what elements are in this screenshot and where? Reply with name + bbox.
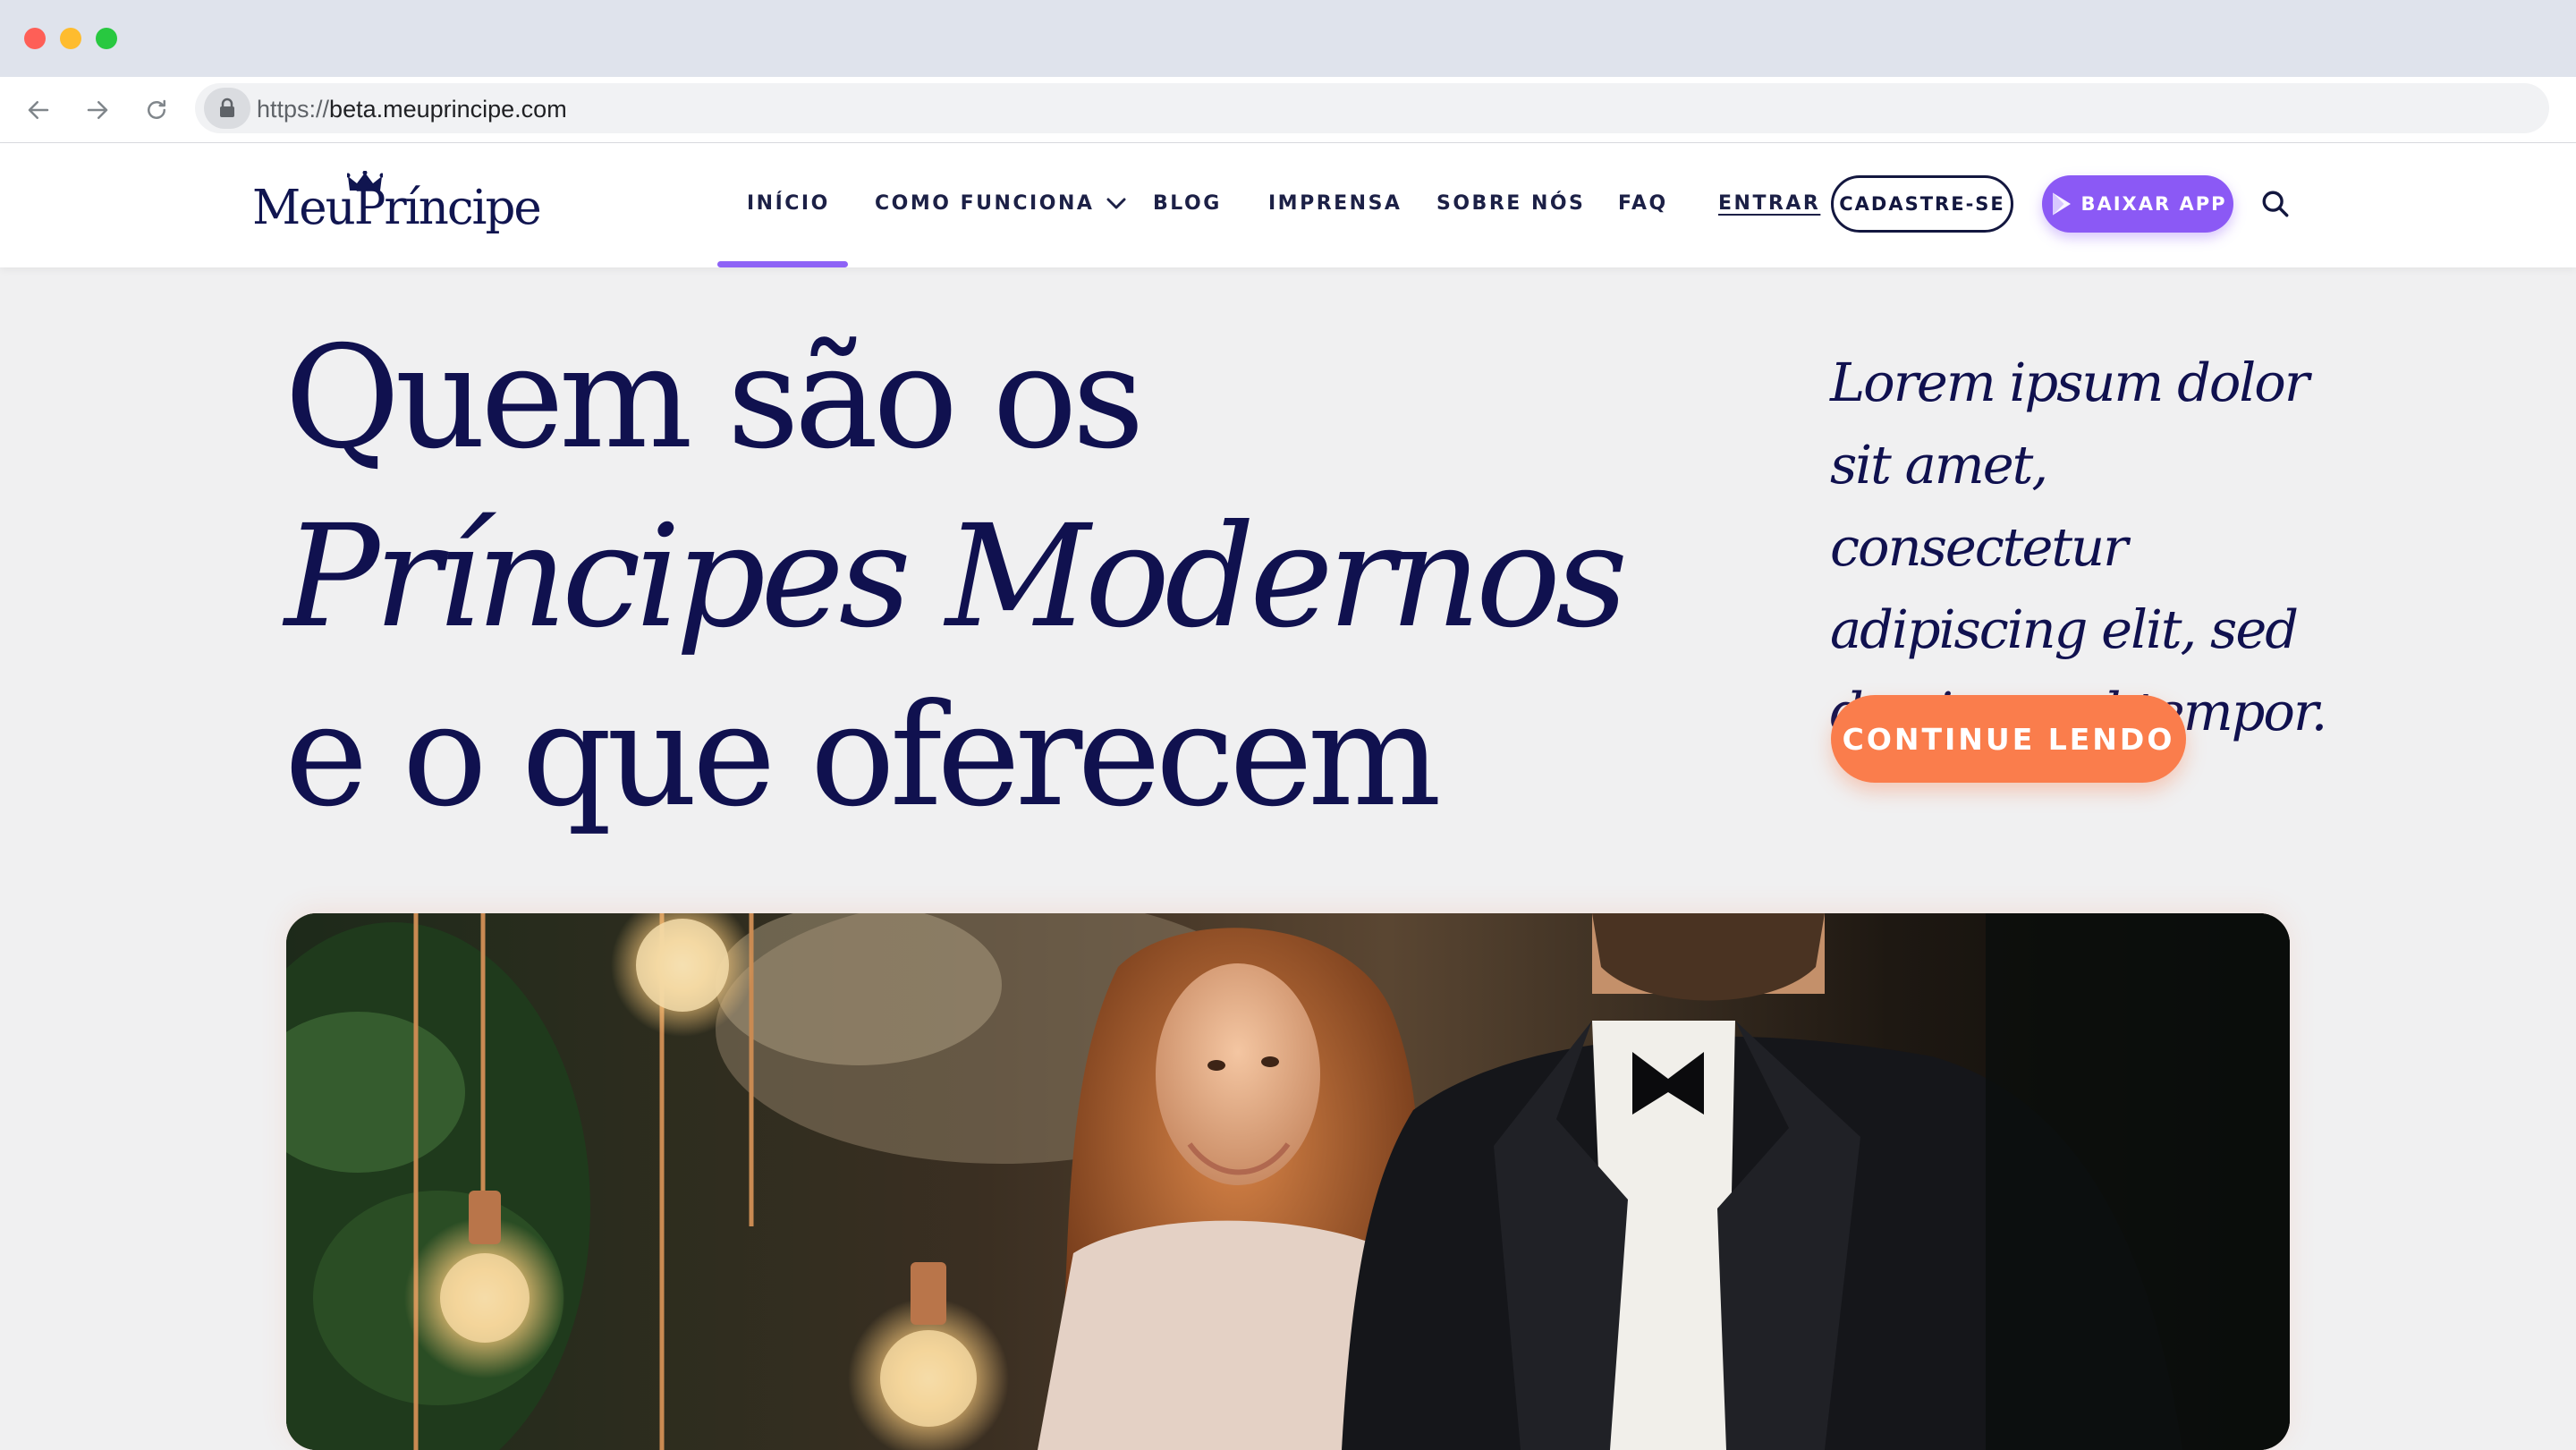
url-protocol: https:// xyxy=(257,96,330,123)
continue-reading-button[interactable]: CONTINUE LENDO xyxy=(1831,695,2186,783)
hero-photo xyxy=(286,913,2290,1450)
hero-title-line-3: e o que oferecem xyxy=(284,674,1442,838)
browser-titlebar xyxy=(0,0,2576,77)
hero-title-line-1: Quem são os xyxy=(284,316,1145,480)
nav-item-faq[interactable]: FAQ xyxy=(1618,188,1668,220)
back-arrow-icon[interactable] xyxy=(21,93,55,127)
window-close-button[interactable] xyxy=(24,28,46,49)
crown-icon xyxy=(347,171,383,191)
nav-item-imprensa[interactable]: IMPRENSA xyxy=(1268,188,1402,220)
play-store-icon xyxy=(2053,192,2072,216)
nav-item-sobre-nos[interactable]: SOBRE NÓS xyxy=(1436,188,1585,220)
window-maximize-button[interactable] xyxy=(96,28,117,49)
nav-item-inicio[interactable]: INÍCIO xyxy=(747,188,830,220)
site-logo[interactable]: MeuPríncipe xyxy=(252,171,542,244)
logo-wordmark: MeuPríncipe xyxy=(252,181,542,235)
hero-title-line-2: Príncipes Modernos xyxy=(284,495,1628,659)
download-app-button[interactable]: BAIXAR APP xyxy=(2042,175,2233,233)
nav-item-como-funciona[interactable]: COMO FUNCIONA xyxy=(875,188,1126,220)
hero-blurb: Lorem ipsum dolor sit amet, consectetur … xyxy=(1830,352,2327,742)
nav-item-como-funciona-label: COMO FUNCIONA xyxy=(875,192,1095,215)
nav-active-indicator xyxy=(717,261,848,267)
window-minimize-button[interactable] xyxy=(60,28,81,49)
nav-item-blog[interactable]: BLOG xyxy=(1153,188,1222,220)
forward-arrow-icon[interactable] xyxy=(80,93,114,127)
url-host: beta.meuprincipe.com xyxy=(329,96,567,123)
reload-icon[interactable] xyxy=(140,93,174,127)
continue-reading-button-label: CONTINUE LENDO xyxy=(1842,721,2175,757)
signup-button[interactable]: CADASTRE-SE xyxy=(1831,175,2013,233)
lock-icon[interactable] xyxy=(204,88,250,129)
search-icon[interactable] xyxy=(2258,184,2293,224)
nav-item-entrar[interactable]: ENTRAR xyxy=(1718,188,1820,220)
address-bar-url[interactable]: https://beta.meuprincipe.com xyxy=(257,93,567,125)
chevron-down-icon xyxy=(1106,198,1126,209)
hero-title: Quem são os Príncipes Modernos e o que o… xyxy=(284,309,1628,845)
download-app-button-label: BAIXAR APP xyxy=(2080,193,2227,215)
signup-button-label: CADASTRE-SE xyxy=(1839,193,2005,215)
